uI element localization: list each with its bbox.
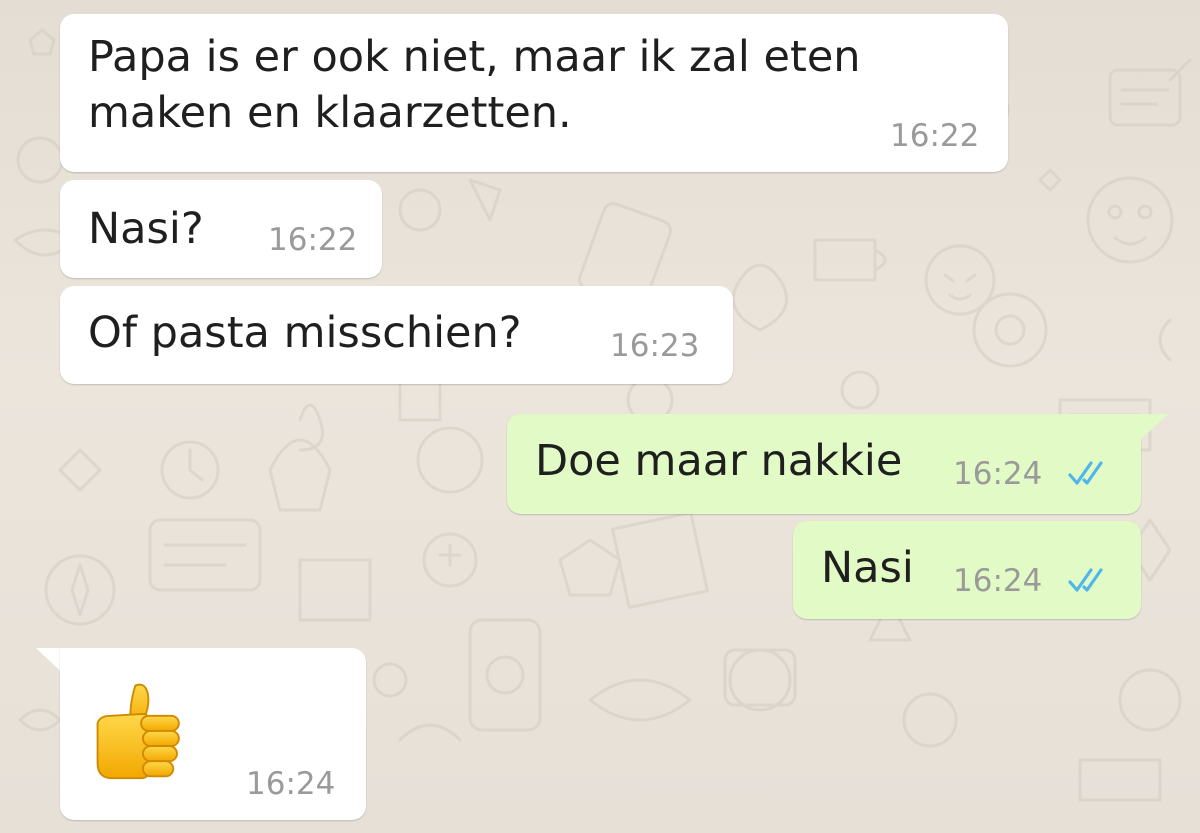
message-text-line-1: Papa is er ook niet, maar ik zal eten	[88, 32, 861, 82]
thumbs-up-emoji	[96, 683, 180, 780]
double-check-icon	[1068, 461, 1103, 485]
message-bubble-outgoing[interactable]: Doe maar nakkie 16:24	[507, 414, 1141, 514]
message-text-line-2: maken en klaarzetten.	[88, 88, 572, 138]
message-text: Nasi?	[88, 204, 204, 254]
bubble-tail-outgoing	[1140, 414, 1168, 440]
double-check-icon	[1068, 568, 1103, 592]
message-timestamp: 16:24	[246, 766, 336, 802]
message-bubble-incoming[interactable]: Nasi? 16:22	[60, 180, 382, 278]
message-bubble-incoming[interactable]: Papa is er ook niet, maar ik zal eten ma…	[60, 14, 1008, 172]
message-timestamp: 16:22	[268, 222, 358, 258]
message-timestamp: 16:23	[610, 328, 700, 364]
message-bubble-incoming[interactable]: 16:24	[60, 648, 366, 820]
message-text: Nasi	[821, 543, 914, 593]
message-timestamp: 16:24	[953, 563, 1043, 599]
message-text: Doe maar nakkie	[535, 436, 903, 486]
message-timestamp: 16:22	[890, 118, 980, 154]
message-text: Of pasta misschien?	[88, 308, 522, 358]
message-bubble-outgoing[interactable]: Nasi 16:24	[793, 521, 1141, 619]
message-bubble-incoming[interactable]: Of pasta misschien? 16:23	[60, 286, 733, 384]
message-timestamp: 16:24	[953, 456, 1043, 492]
